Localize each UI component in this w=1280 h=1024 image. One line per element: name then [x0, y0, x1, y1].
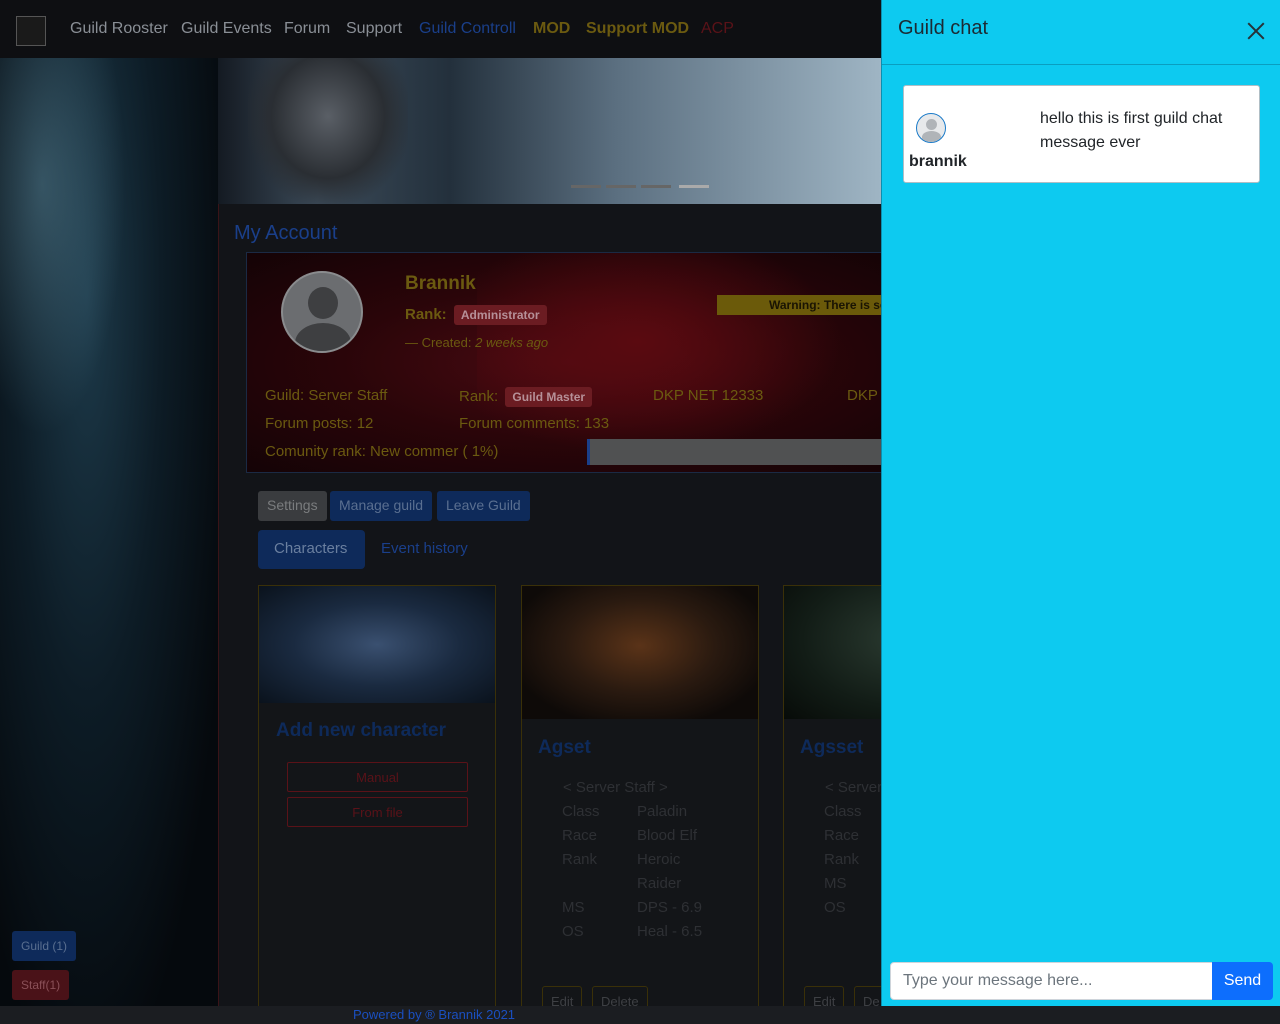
race-label: Race	[824, 827, 860, 844]
rank-label: Rank:	[405, 305, 447, 323]
chat-header: Guild chat	[882, 0, 1280, 65]
background-art	[0, 58, 218, 1006]
leave-guild-button[interactable]: Leave Guild	[437, 491, 530, 521]
character-name[interactable]: Agsset	[800, 737, 863, 759]
class-label: Class	[824, 803, 862, 820]
nav-guild-controll[interactable]: Guild Controll	[419, 20, 516, 38]
guild-rank-label: Rank:	[459, 387, 499, 405]
created-info: — Created: 2 weeks ago	[405, 335, 548, 350]
nav-mod[interactable]: MOD	[533, 20, 570, 38]
rank-label: Rank	[562, 851, 598, 868]
rank-value: Heroic	[637, 851, 681, 868]
dkp-net: DKP NET 12333	[653, 387, 764, 404]
nav-forum[interactable]: Forum	[284, 20, 330, 38]
add-character-card: Add new character Manual From file	[258, 585, 496, 1015]
class-value: Paladin	[637, 803, 688, 820]
navbar: Guild Rooster Guild Events Forum Support…	[0, 0, 881, 58]
nav-acp[interactable]: ACP	[701, 20, 734, 38]
os-value: Heal - 6.5	[637, 923, 703, 940]
profile-name: Brannik	[405, 273, 476, 294]
character-guild: < Server	[825, 779, 883, 796]
community-progress-fill	[587, 439, 591, 465]
nav-guild-rooster[interactable]: Guild Rooster	[70, 20, 168, 38]
card-image	[259, 586, 495, 703]
close-icon[interactable]	[1245, 20, 1267, 42]
add-character-title: Add new character	[276, 720, 446, 741]
carousel-indicator[interactable]	[641, 185, 671, 188]
footer: Powered by ® Brannik 2021	[0, 1006, 1280, 1024]
carousel-indicator[interactable]	[606, 185, 636, 188]
manage-guild-button[interactable]: Manage guild	[330, 491, 433, 521]
character-name[interactable]: Agset	[538, 737, 591, 759]
banner-carousel	[218, 58, 881, 204]
message-user: brannik	[909, 153, 967, 170]
guild-chat-button[interactable]: Guild (1)	[12, 931, 77, 961]
page-title: My Account	[234, 222, 338, 244]
ms-label: MS	[562, 899, 585, 916]
nav-support-mod[interactable]: Support MOD	[586, 20, 689, 38]
chat-message: brannik hello this is first guild chat m…	[903, 85, 1260, 183]
tab-event-history[interactable]: Event history	[381, 540, 468, 557]
card-image	[522, 586, 758, 719]
profile-rank: Rank: Administrator	[405, 305, 547, 325]
ms-label: MS	[824, 875, 847, 892]
message-text: hello this is first guild chat message e…	[1040, 110, 1223, 151]
race-value: Blood Elf	[637, 827, 698, 844]
guild-rank: Rank: Guild Master	[459, 387, 593, 407]
rank-badge: Administrator	[453, 305, 547, 325]
rank-label: Rank	[824, 851, 860, 868]
community-progress	[587, 439, 895, 465]
profile-card: Brannik Rank: Administrator — Created: 2…	[246, 252, 896, 473]
dkp: DKP	[847, 387, 878, 404]
site-logo[interactable]	[16, 16, 46, 46]
guild-chat-panel: Guild chat brannik hello this is first g…	[881, 0, 1280, 1006]
class-label: Class	[562, 803, 600, 820]
send-button[interactable]: Send	[1212, 962, 1273, 1000]
character-guild: < Server Staff >	[563, 779, 668, 796]
guild-name: Guild: Server Staff	[265, 387, 388, 404]
chat-message-input[interactable]	[890, 962, 1213, 1000]
nav-support[interactable]: Support	[346, 20, 402, 38]
community-rank: Comunity rank: New commer ( 1%)	[265, 443, 499, 460]
carousel-indicator-active[interactable]	[679, 185, 709, 188]
os-label: OS	[562, 923, 584, 940]
staff-chat-button[interactable]: Staff(1)	[12, 970, 70, 1000]
settings-button[interactable]: Settings	[258, 491, 327, 521]
os-label: OS	[824, 899, 846, 916]
manual-button[interactable]: Manual	[287, 762, 468, 792]
character-card: Agset < Server Staff > Class Paladin Rac…	[521, 585, 759, 1015]
user-avatar-icon	[916, 113, 946, 143]
created-prefix: — Created:	[405, 335, 472, 350]
guild-rank-badge: Guild Master	[505, 387, 593, 407]
warning-alert: Warning: There is so	[717, 295, 895, 315]
footer-text: Powered by ® Brannik 2021	[352, 1007, 516, 1022]
chat-title: Guild chat	[898, 17, 989, 39]
nav-guild-events[interactable]: Guild Events	[181, 20, 272, 38]
rank-value-2: Raider	[637, 875, 682, 892]
race-label: Race	[562, 827, 598, 844]
ms-value: DPS - 6.9	[637, 899, 703, 916]
avatar	[281, 271, 363, 353]
created-value: 2 weeks ago	[475, 335, 549, 350]
carousel-indicator[interactable]	[571, 185, 601, 188]
forum-comments: Forum comments: 133	[459, 415, 610, 432]
tab-characters[interactable]: Characters	[258, 530, 365, 569]
forum-posts: Forum posts: 12	[265, 415, 374, 432]
from-file-button[interactable]: From file	[287, 797, 468, 827]
